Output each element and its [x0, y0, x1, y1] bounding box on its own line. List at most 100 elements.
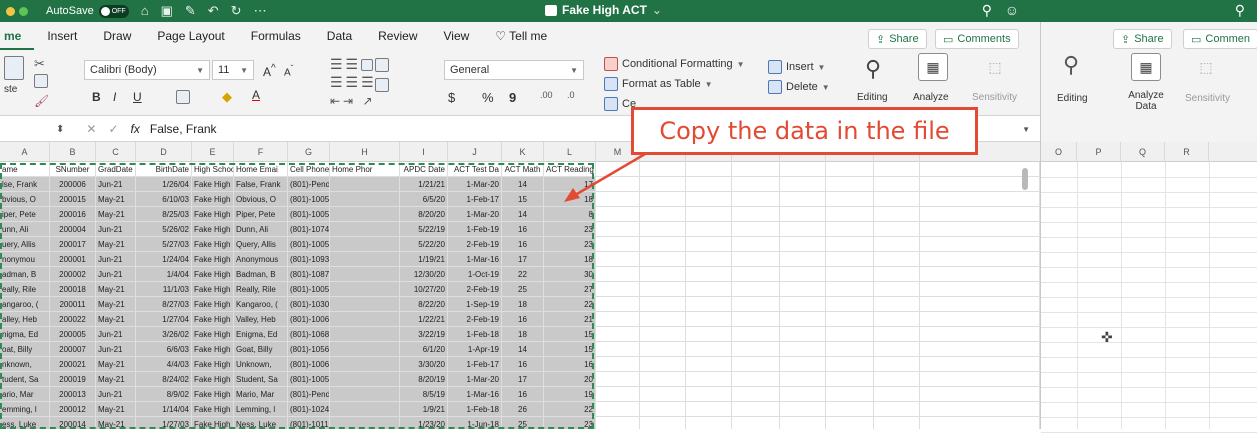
- share-button[interactable]: ⇪ Share: [868, 29, 927, 49]
- borders-icon[interactable]: [176, 90, 190, 104]
- empty-cell[interactable]: [596, 282, 640, 297]
- percent-button[interactable]: %: [482, 90, 494, 105]
- data-cell[interactable]: May-21: [96, 312, 136, 327]
- empty-cell[interactable]: [596, 267, 640, 282]
- data-cell[interactable]: (801)-1005948: [288, 372, 330, 387]
- data-cell[interactable]: 1-Mar-16: [448, 387, 502, 402]
- sensitivity-icon-secondary[interactable]: ⬚: [1191, 53, 1221, 81]
- data-cell[interactable]: May-21: [96, 297, 136, 312]
- empty-cell[interactable]: [874, 312, 920, 327]
- data-cell[interactable]: 18: [502, 327, 544, 342]
- empty-cell[interactable]: [640, 222, 686, 237]
- data-cell[interactable]: Student, Sa: [234, 372, 288, 387]
- data-cell[interactable]: (801)-1087465: [288, 267, 330, 282]
- empty-cell[interactable]: [596, 417, 640, 429]
- column-header[interactable]: B: [50, 142, 96, 162]
- data-cell[interactable]: (801)-1093758: [288, 252, 330, 267]
- data-cell[interactable]: 17: [502, 372, 544, 387]
- empty-cell[interactable]: [874, 267, 920, 282]
- cancel-icon[interactable]: ✕: [86, 122, 96, 136]
- currency-button[interactable]: $: [448, 90, 455, 105]
- data-cell[interactable]: 1-Feb-18: [448, 402, 502, 417]
- data-cell[interactable]: 10/27/20: [400, 282, 448, 297]
- sensitivity-label-secondary[interactable]: Sensitivity: [1185, 93, 1230, 104]
- data-cell[interactable]: 16: [502, 357, 544, 372]
- empty-cell[interactable]: [780, 417, 826, 429]
- undo-icon[interactable]: ↶: [208, 3, 219, 19]
- data-cell[interactable]: Unknown,: [234, 357, 288, 372]
- empty-cell[interactable]: [826, 267, 874, 282]
- data-cell[interactable]: Kangaroo, (: [234, 297, 288, 312]
- data-cell[interactable]: tudent, Sa: [0, 372, 50, 387]
- name-box-stepper[interactable]: ⬍: [56, 124, 64, 135]
- formula-expand-icon[interactable]: ▼: [1022, 125, 1030, 134]
- empty-cell[interactable]: [732, 252, 780, 267]
- data-cell[interactable]: [330, 222, 400, 237]
- column-header[interactable]: E: [192, 142, 234, 162]
- data-cell[interactable]: 14: [502, 177, 544, 192]
- title-chevron-down-icon[interactable]: ⌄: [652, 3, 662, 17]
- data-cell[interactable]: 19: [544, 387, 596, 402]
- data-cell[interactable]: Jun-21: [96, 252, 136, 267]
- empty-cell[interactable]: [732, 372, 780, 387]
- empty-cell[interactable]: [826, 342, 874, 357]
- data-cell[interactable]: May-21: [96, 207, 136, 222]
- data-cell[interactable]: 200015: [50, 192, 96, 207]
- data-cell[interactable]: [330, 282, 400, 297]
- data-cell[interactable]: May-21: [96, 357, 136, 372]
- empty-cell[interactable]: [686, 267, 732, 282]
- align-horizontal-icons[interactable]: ☰☰☰: [330, 74, 377, 91]
- data-cell[interactable]: [330, 297, 400, 312]
- data-cell[interactable]: emming, l: [0, 402, 50, 417]
- data-cell[interactable]: [330, 252, 400, 267]
- empty-cell[interactable]: [780, 267, 826, 282]
- empty-cell[interactable]: [732, 297, 780, 312]
- data-cell[interactable]: (801)-1005729: [288, 207, 330, 222]
- header-row[interactable]: ame SNumber GradDate BirthDate High Schoo Hom…: [0, 162, 1040, 177]
- data-cell[interactable]: 15: [544, 327, 596, 342]
- data-cell[interactable]: 200006: [50, 177, 96, 192]
- data-cell[interactable]: Fake High: [192, 207, 234, 222]
- window-control-zoom[interactable]: [19, 6, 28, 16]
- data-cell[interactable]: (801)-1005802: [288, 237, 330, 252]
- data-cell[interactable]: 3/22/19: [400, 327, 448, 342]
- column-header[interactable]: C: [96, 142, 136, 162]
- fx-icon[interactable]: fx: [131, 122, 140, 136]
- column-header[interactable]: I: [400, 142, 448, 162]
- data-cell[interactable]: Fake High: [192, 222, 234, 237]
- data-cell[interactable]: (801)-Pending: [288, 387, 330, 402]
- tab-formulas[interactable]: Formulas: [238, 22, 314, 50]
- empty-cell[interactable]: [596, 402, 640, 417]
- data-cell[interactable]: 6/5/20: [400, 192, 448, 207]
- data-cell[interactable]: May-21: [96, 192, 136, 207]
- sensitivity-icon[interactable]: ⬚: [980, 53, 1010, 81]
- data-cell[interactable]: unn, Ali: [0, 222, 50, 237]
- empty-cell[interactable]: [596, 372, 640, 387]
- table-row[interactable]: emming, l 200012 May-21 1/14/04 Fake High Lem…: [0, 402, 1040, 417]
- data-cell[interactable]: Fake High: [192, 267, 234, 282]
- data-cell[interactable]: 5/27/03: [136, 237, 192, 252]
- formula-input[interactable]: False, Frank: [150, 122, 217, 136]
- empty-cell[interactable]: [732, 282, 780, 297]
- data-cell[interactable]: Fake High: [192, 357, 234, 372]
- empty-cell[interactable]: [874, 192, 920, 207]
- empty-cell[interactable]: [920, 282, 1040, 297]
- data-cell[interactable]: (801)-1024535: [288, 402, 330, 417]
- data-cell[interactable]: nonymou: [0, 252, 50, 267]
- table-row[interactable]: nknown, 200021 May-21 4/4/03 Fake High Unknow…: [0, 357, 1040, 372]
- data-cell[interactable]: 3/26/02: [136, 327, 192, 342]
- data-cell[interactable]: False, Frank: [234, 177, 288, 192]
- data-cell[interactable]: Fake High: [192, 177, 234, 192]
- share-button-secondary[interactable]: ⇪ Share: [1113, 29, 1172, 49]
- data-cell[interactable]: Valley, Heb: [234, 312, 288, 327]
- empty-cell[interactable]: [874, 357, 920, 372]
- insert-cells-button[interactable]: Insert ▼: [768, 60, 825, 74]
- data-cell[interactable]: 8/20/20: [400, 207, 448, 222]
- empty-cell[interactable]: [874, 342, 920, 357]
- empty-cell[interactable]: [780, 222, 826, 237]
- cut-icon[interactable]: ✂: [34, 56, 45, 72]
- data-cell[interactable]: 26: [502, 402, 544, 417]
- table-row[interactable]: lse, Frank 200006 Jun-21 1/26/04 Fake High Fa…: [0, 177, 1040, 192]
- data-cell[interactable]: 8/22/20: [400, 297, 448, 312]
- tab-page-layout[interactable]: Page Layout: [144, 22, 237, 50]
